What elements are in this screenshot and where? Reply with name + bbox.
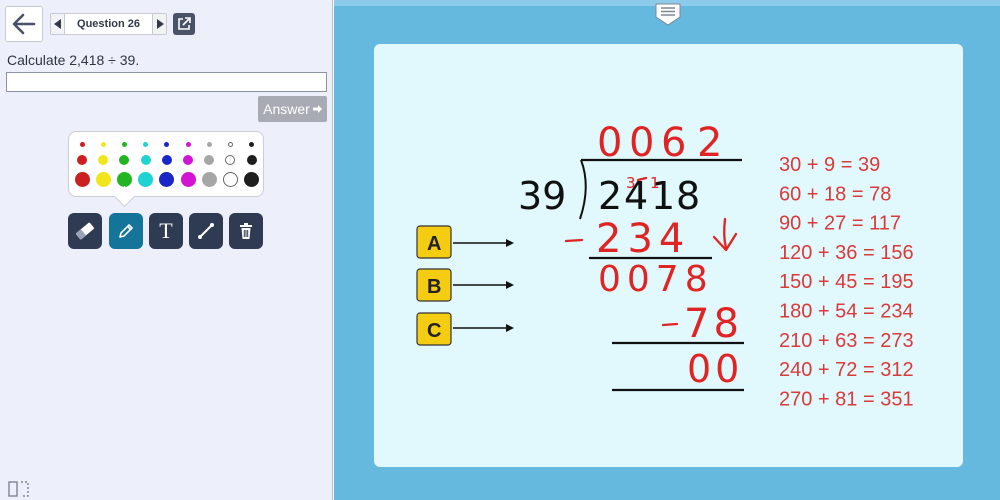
color-swatch[interactable] xyxy=(79,141,85,147)
color-swatch[interactable] xyxy=(143,141,149,147)
question-panel: Question 26 Calculate 2,418 ÷ 39. Answer xyxy=(0,0,333,500)
question-text: Calculate 2,418 ÷ 39. xyxy=(7,52,140,68)
multiple-line: 30 + 9 = 39 xyxy=(779,154,880,176)
arrow-right-icon xyxy=(312,105,322,113)
quotient-digit: 0 xyxy=(597,120,622,166)
multiples-list: 30 + 9 = 39 60 + 18 = 78 90 + 27 = 117 120 … xyxy=(779,154,914,410)
color-swatch[interactable] xyxy=(201,171,217,187)
color-swatch[interactable] xyxy=(100,141,106,147)
carry-mark: 3 xyxy=(626,174,636,192)
color-swatch[interactable] xyxy=(204,155,215,165)
color-palette xyxy=(68,131,264,197)
step-label-c: C xyxy=(416,312,514,346)
color-swatch[interactable] xyxy=(116,171,132,187)
question-number-label: Question 26 xyxy=(77,18,140,30)
color-swatch[interactable] xyxy=(140,155,151,165)
text-tool-button[interactable]: T xyxy=(149,213,183,249)
split-view-icon[interactable] xyxy=(8,481,30,497)
next-question-button[interactable] xyxy=(152,14,166,34)
color-swatch[interactable] xyxy=(249,141,255,147)
arrow-left-icon xyxy=(12,13,36,35)
delete-tool-button[interactable] xyxy=(229,213,263,249)
color-swatch[interactable] xyxy=(161,155,172,165)
eraser-tool-button[interactable] xyxy=(68,213,102,249)
color-swatch[interactable] xyxy=(183,155,193,165)
color-swatch[interactable] xyxy=(77,155,87,165)
line-tool-button[interactable] xyxy=(189,213,223,249)
multiple-line: 90 + 27 = 117 xyxy=(779,213,901,235)
answer-input[interactable] xyxy=(6,72,327,92)
multiple-line: 270 + 81 = 351 xyxy=(779,388,914,410)
svg-text:C: C xyxy=(427,320,441,342)
previous-question-button[interactable] xyxy=(51,14,65,34)
color-swatch[interactable] xyxy=(95,171,111,187)
triangle-left-icon xyxy=(53,19,61,29)
color-swatch[interactable] xyxy=(185,141,191,147)
color-swatch[interactable] xyxy=(119,155,130,165)
step-label-b: B xyxy=(416,268,514,302)
multiple-line: 120 + 36 = 156 xyxy=(779,242,914,264)
color-swatch[interactable] xyxy=(180,171,196,187)
multiple-line: 240 + 72 = 312 xyxy=(779,359,914,381)
text-icon: T xyxy=(159,218,173,243)
color-swatch[interactable] xyxy=(244,171,260,187)
back-button[interactable] xyxy=(5,6,43,42)
svg-text:B: B xyxy=(427,276,441,298)
answer-button-label: Answer xyxy=(263,101,310,117)
final-remainder: 00 xyxy=(687,347,743,391)
eraser-icon xyxy=(75,222,94,240)
triangle-right-icon xyxy=(156,19,164,29)
minus-sign xyxy=(661,322,679,327)
color-swatch[interactable] xyxy=(246,155,257,165)
trash-icon xyxy=(240,223,252,239)
color-swatch[interactable] xyxy=(98,155,109,165)
answer-button[interactable]: Answer xyxy=(258,96,327,122)
color-swatch[interactable] xyxy=(206,141,212,147)
divisor-digit: 39 xyxy=(518,174,566,218)
minus-sign xyxy=(564,238,584,243)
color-swatch[interactable] xyxy=(227,141,233,147)
external-link-icon xyxy=(178,17,191,30)
drawer-handle-icon[interactable] xyxy=(655,2,681,26)
dividend-digit: 2 xyxy=(598,174,622,218)
quotient-digit: 6 xyxy=(661,120,686,166)
multiple-line: 210 + 63 = 273 xyxy=(779,330,914,352)
popout-button[interactable] xyxy=(173,13,195,35)
quotient-digit: 0 xyxy=(629,120,654,166)
multiple-line: 150 + 45 = 195 xyxy=(779,271,914,293)
color-swatch[interactable] xyxy=(164,141,170,147)
color-swatch[interactable] xyxy=(138,171,154,187)
division-bracket xyxy=(579,159,587,220)
color-swatch[interactable] xyxy=(74,171,90,187)
color-swatch[interactable] xyxy=(121,141,127,147)
whiteboard-area: 39 2 4 1 8 0 0 6 2 3 1 234 0078 78 00 A … xyxy=(334,0,1000,500)
long-division-drawing: 39 2 4 1 8 0 0 6 2 3 1 234 0078 78 00 A … xyxy=(416,120,914,410)
carry-mark: 1 xyxy=(650,174,660,192)
color-swatch[interactable] xyxy=(225,155,236,165)
dividend-digit: 8 xyxy=(676,174,700,218)
pencil-tool-button[interactable] xyxy=(109,213,143,249)
svg-text:A: A xyxy=(427,233,441,255)
multiple-line: 60 + 18 = 78 xyxy=(779,183,891,205)
line-icon xyxy=(198,223,214,239)
whiteboard[interactable]: 39 2 4 1 8 0 0 6 2 3 1 234 0078 78 00 A … xyxy=(374,44,963,467)
pencil-icon xyxy=(119,224,133,238)
step-label-a: A xyxy=(416,225,514,259)
subtraction-1: 234 xyxy=(596,216,690,262)
remainder-1: 0078 xyxy=(598,259,714,300)
bring-down-arrow-icon xyxy=(712,217,738,252)
question-navigator: Question 26 xyxy=(50,13,167,35)
color-swatch[interactable] xyxy=(222,171,238,187)
multiple-line: 180 + 54 = 234 xyxy=(779,301,914,323)
quotient-digit: 2 xyxy=(697,120,722,166)
color-swatch[interactable] xyxy=(159,171,175,187)
subtraction-2: 78 xyxy=(684,301,743,347)
